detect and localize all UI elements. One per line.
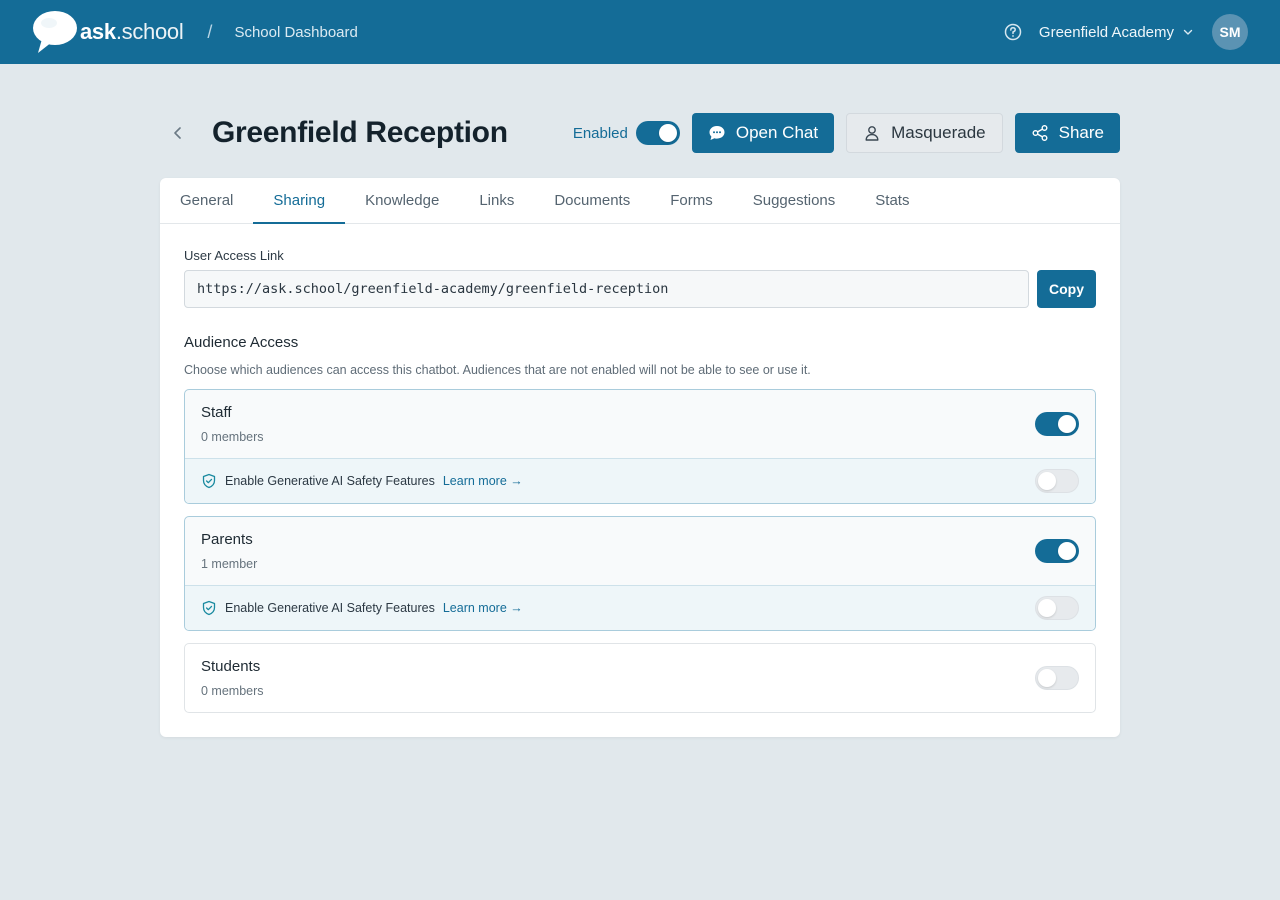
toggle-knob xyxy=(1038,669,1056,687)
breadcrumb-school-dashboard[interactable]: School Dashboard xyxy=(234,24,357,41)
safety-toggle-staff[interactable] xyxy=(1035,469,1079,493)
audience-toggle-parents[interactable] xyxy=(1035,539,1079,563)
masquerade-label: Masquerade xyxy=(891,123,986,142)
audience-access-description: Choose which audiences can access this c… xyxy=(184,363,811,377)
audience-name: Parents xyxy=(201,531,253,548)
open-chat-button[interactable]: Open Chat xyxy=(691,113,835,153)
chevron-left-icon xyxy=(174,127,181,139)
shield-check-icon xyxy=(202,600,216,616)
org-switcher[interactable]: Greenfield Academy xyxy=(1039,24,1194,41)
user-icon xyxy=(865,126,879,141)
audience-card-staff: Staff 0 members Enable Generative AI Saf… xyxy=(184,389,1096,504)
toggle-knob xyxy=(658,124,677,142)
audience-member-count: 1 member xyxy=(201,557,258,571)
enabled-label: Enabled xyxy=(572,124,628,142)
audience-toggle-staff[interactable] xyxy=(1035,412,1079,436)
settings-card: General Sharing Knowledge Links Document… xyxy=(160,178,1120,737)
share-button[interactable]: Share xyxy=(1014,113,1120,153)
safety-features-label: Enable Generative AI Safety Features xyxy=(225,601,435,615)
tab-knowledge[interactable]: Knowledge xyxy=(345,178,459,223)
back-button[interactable] xyxy=(160,115,196,151)
audience-name: Staff xyxy=(201,404,232,421)
shield-check-icon xyxy=(202,473,216,489)
safety-toggle-parents[interactable] xyxy=(1035,596,1079,620)
access-link-field[interactable]: https://ask.school/greenfield-academy/gr… xyxy=(184,270,1029,308)
logo[interactable]: ask.school xyxy=(32,9,184,55)
copy-button[interactable]: Copy xyxy=(1037,270,1096,308)
learn-more-link[interactable]: Learn more → xyxy=(443,601,523,615)
tab-documents[interactable]: Documents xyxy=(534,178,650,223)
page-title: Greenfield Reception xyxy=(212,116,508,149)
tab-forms[interactable]: Forms xyxy=(650,178,733,223)
help-icon[interactable] xyxy=(1003,22,1023,42)
tab-stats[interactable]: Stats xyxy=(855,178,929,223)
open-chat-label: Open Chat xyxy=(735,123,819,142)
tab-sharing[interactable]: Sharing xyxy=(253,178,345,224)
tab-links[interactable]: Links xyxy=(459,178,534,223)
breadcrumb-separator: / xyxy=(207,21,213,42)
enabled-toggle[interactable] xyxy=(635,121,680,145)
chevron-down-icon xyxy=(1183,29,1193,35)
share-icon xyxy=(1032,125,1048,141)
toggle-knob xyxy=(1038,599,1056,617)
learn-more-link[interactable]: Learn more → xyxy=(443,474,523,488)
audience-access-title: Audience Access xyxy=(184,334,299,351)
audience-member-count: 0 members xyxy=(201,430,264,444)
top-navbar: ask.school / School Dashboard Greenfield… xyxy=(0,0,1280,64)
masquerade-button[interactable]: Masquerade xyxy=(846,113,1003,153)
tab-general[interactable]: General xyxy=(160,178,253,223)
toggle-knob xyxy=(1058,542,1076,560)
logo-bubble-icon xyxy=(33,11,77,53)
access-link-label: User Access Link xyxy=(184,248,284,263)
chat-icon xyxy=(709,126,725,140)
audience-card-parents: Parents 1 member Enable Generative AI Sa… xyxy=(184,516,1096,631)
audience-name: Students xyxy=(201,658,261,675)
toggle-knob xyxy=(1038,472,1056,490)
org-name: Greenfield Academy xyxy=(1038,23,1174,41)
share-label: Share xyxy=(1058,123,1104,142)
audience-member-count: 0 members xyxy=(201,684,264,698)
logo-text: ask.school xyxy=(80,19,184,44)
audience-toggle-students[interactable] xyxy=(1035,666,1079,690)
audience-card-students: Students 0 members xyxy=(184,643,1096,713)
tab-suggestions[interactable]: Suggestions xyxy=(733,178,856,223)
toggle-knob xyxy=(1058,415,1076,433)
safety-features-label: Enable Generative AI Safety Features xyxy=(225,474,435,488)
tab-bar: General Sharing Knowledge Links Document… xyxy=(160,178,1120,224)
avatar[interactable]: SM xyxy=(1212,14,1248,50)
